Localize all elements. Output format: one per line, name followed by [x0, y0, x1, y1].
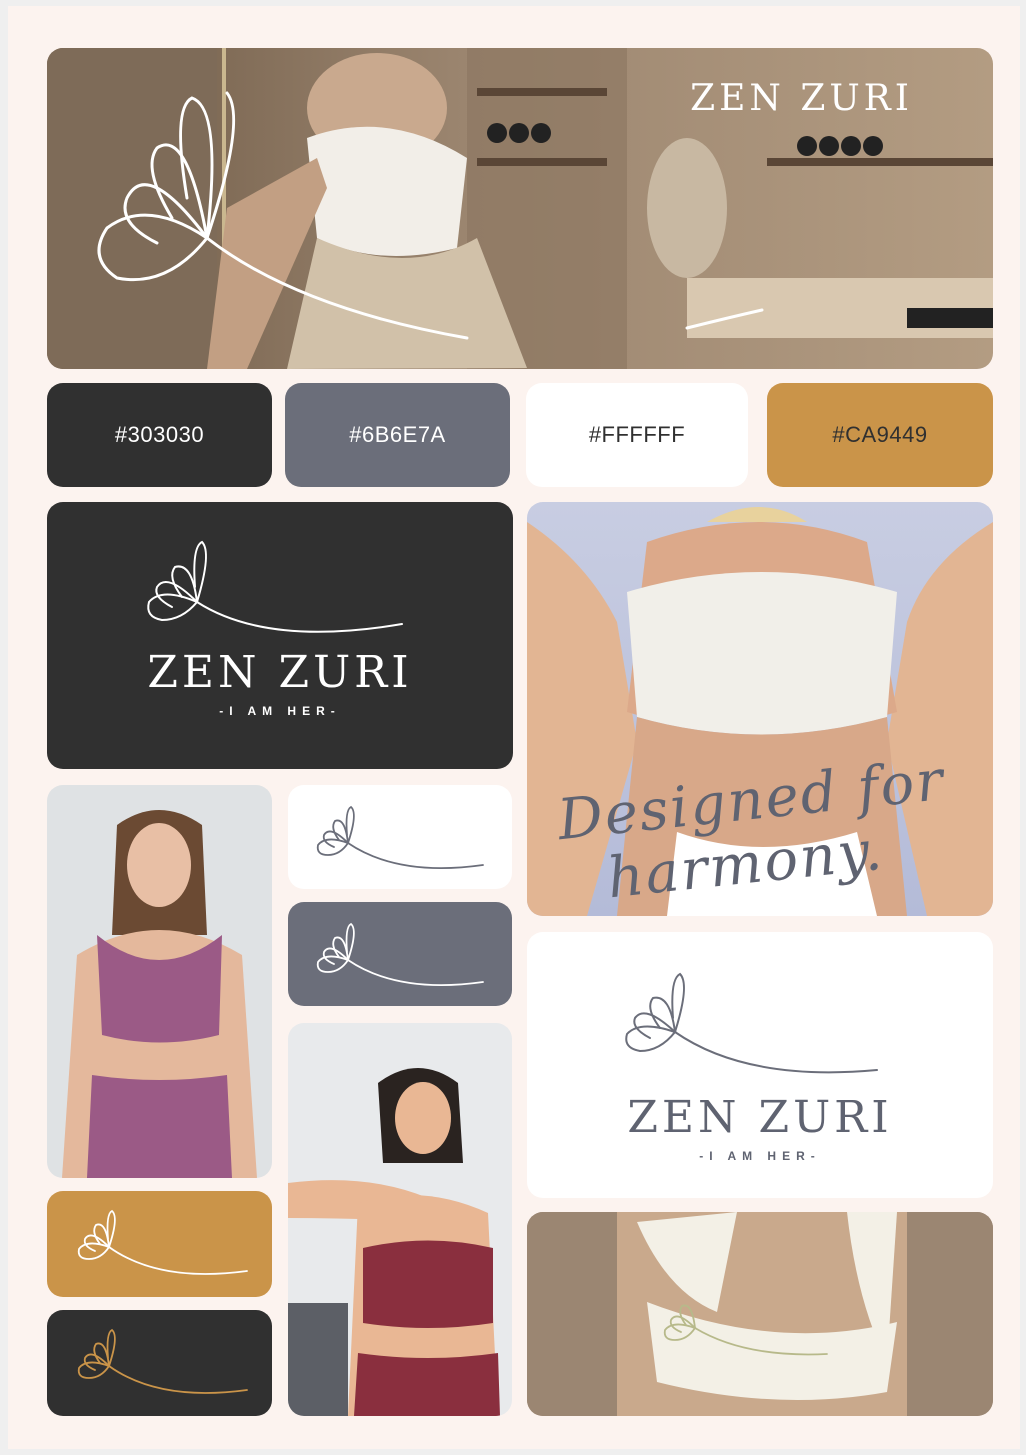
logo-tagline: -I AM HER- [219, 704, 341, 718]
logo-wordmark: ZEN ZURI [627, 1092, 893, 1143]
flower-logo-icon [663, 1304, 828, 1356]
mini-logo-dark [47, 1310, 272, 1416]
swatch-label: #CA9449 [832, 422, 928, 447]
swatch-label: #303030 [114, 422, 205, 447]
mini-logo-slate [288, 902, 512, 1006]
flower-logo-icon [316, 805, 484, 870]
model-photo-stretch [288, 1023, 512, 1416]
flower-logo-icon [77, 1209, 248, 1275]
mini-logo-gold [47, 1191, 272, 1297]
hero-photo: ZEN ZURI [47, 48, 993, 369]
logo-tagline: -I AM HER- [699, 1149, 821, 1163]
brand-board: ZEN ZURI #303030 #6B6E7A #FFFFFF #CA9449… [8, 6, 1020, 1449]
swatch-gold: #CA9449 [767, 383, 993, 487]
mini-logo-white [288, 785, 512, 889]
swatch-dark: #303030 [47, 383, 272, 487]
swatch-label: #FFFFFF [588, 422, 686, 447]
swatch-slate: #6B6E7A [285, 383, 510, 487]
logo-card-dark: ZEN ZURI -I AM HER- [47, 502, 513, 769]
flower-logo-icon [147, 540, 403, 633]
product-photo-cream [527, 1212, 993, 1416]
model-photo-purple [47, 785, 272, 1178]
logo-card-white: ZEN ZURI -I AM HER- [527, 932, 993, 1198]
hero-wordmark: ZEN ZURI [690, 78, 913, 119]
logo-wordmark: ZEN ZURI [147, 647, 413, 698]
swatch-white: #FFFFFF [526, 383, 748, 487]
flower-logo-icon [316, 922, 484, 987]
flower-logo-icon [77, 1328, 248, 1394]
swatch-label: #6B6E7A [349, 422, 446, 447]
back-photo: Designed for harmony. [527, 502, 993, 916]
